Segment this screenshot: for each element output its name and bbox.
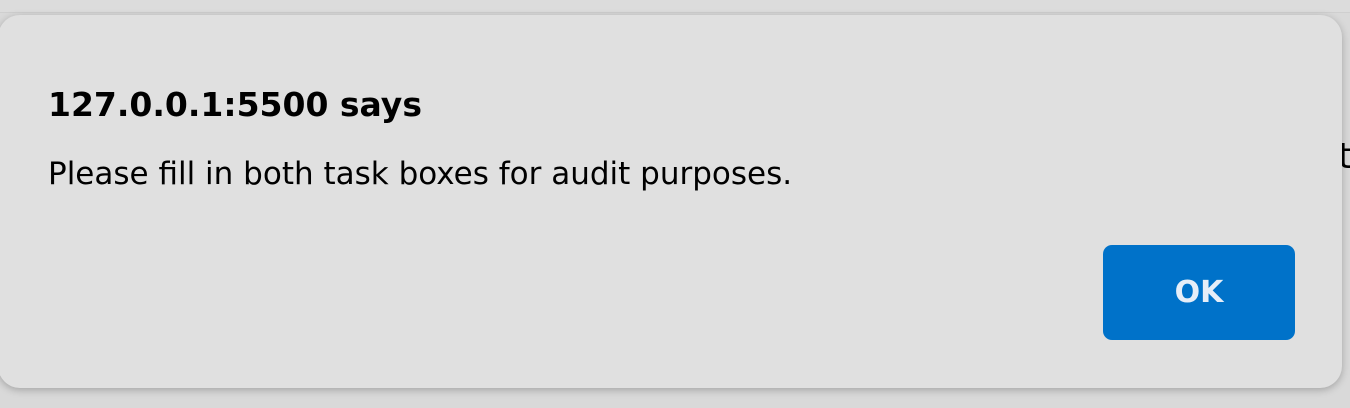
dialog-message: Please fill in both task boxes for audit… — [48, 156, 793, 192]
browser-top-strip — [0, 0, 1350, 13]
dialog-title: 127.0.0.1:5500 says — [48, 85, 422, 124]
ok-button[interactable]: OK — [1103, 245, 1295, 340]
alert-dialog: 127.0.0.1:5500 says Please fill in both … — [0, 15, 1342, 388]
